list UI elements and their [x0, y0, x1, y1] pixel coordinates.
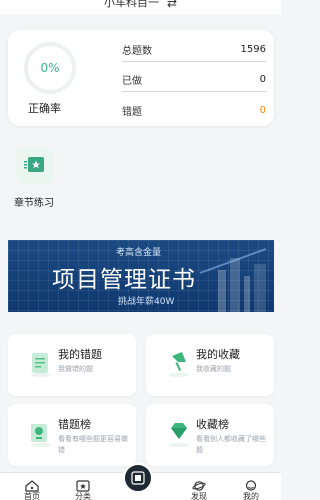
accuracy-value: 0%	[40, 61, 60, 75]
accuracy-ring: 0%	[24, 42, 76, 94]
chapter-practice-button[interactable]: 章节练习	[14, 146, 64, 209]
chapter-practice-label: 章节练习	[14, 198, 54, 209]
book-icon	[16, 146, 54, 184]
banner-subtitle: 考高含金量	[116, 248, 162, 258]
subject-title[interactable]: 小车科目一	[104, 0, 159, 8]
promo-banner[interactable]: 考高含金量 项目管理证书 挑战年薪40W	[8, 240, 274, 312]
done-label: 已做	[122, 76, 142, 87]
tab-label: 首页	[24, 492, 40, 500]
tab-label: 分类	[75, 492, 91, 500]
card-desc: 我做错的题	[58, 365, 93, 373]
banner-title: 项目管理证书	[52, 267, 196, 293]
document-icon	[28, 350, 54, 378]
card-title: 收藏榜	[196, 418, 229, 431]
card-desc: 看看有哪些题更容易做错	[58, 435, 128, 454]
swap-icon[interactable]: ⇄	[167, 0, 177, 9]
card-title: 错题榜	[58, 418, 91, 431]
card-desc: 我收藏的题	[196, 365, 231, 373]
tab-label: 发现	[191, 492, 207, 500]
header-bar: 小车科目一 ⇄	[0, 0, 281, 14]
card-desc: 看看别人都收藏了哪些题	[196, 435, 266, 454]
tab-profile[interactable]: 我的	[231, 473, 271, 500]
diamond-icon	[166, 420, 192, 448]
tab-home[interactable]: 首页	[12, 473, 52, 500]
total-value: 1596	[240, 44, 266, 55]
banner-footer: 挑战年薪40W	[118, 297, 175, 307]
pin-icon	[166, 350, 192, 378]
total-row: 总题数 1596	[122, 38, 266, 62]
tab-discover[interactable]: 发现	[179, 473, 219, 500]
tab-category[interactable]: 分类	[63, 473, 103, 500]
wrong-label: 错题	[122, 106, 142, 118]
done-row: 已做 0	[122, 68, 266, 92]
ranking-icon	[28, 420, 54, 448]
test-icon	[123, 463, 153, 493]
tab-label: 我的	[243, 492, 259, 500]
my-wrong-questions-card[interactable]: 我的错题 我做错的题	[8, 334, 136, 396]
my-favorites-card[interactable]: 我的收藏 我收藏的题	[146, 334, 274, 396]
stats-card: 0% 正确率 总题数 1596 已做 0 错题 0	[8, 30, 274, 126]
card-title: 我的收藏	[196, 348, 240, 361]
wrong-ranking-card[interactable]: 错题榜 看看有哪些题更容易做错	[8, 404, 136, 466]
accuracy-label: 正确率	[28, 102, 61, 115]
card-title: 我的错题	[58, 348, 102, 361]
discover-icon	[192, 477, 206, 491]
done-value: 0	[259, 74, 266, 85]
profile-icon	[244, 477, 258, 491]
total-label: 总题数	[122, 46, 152, 57]
favorites-ranking-card[interactable]: 收藏榜 看看别人都收藏了哪些题	[146, 404, 274, 466]
bottom-tab-bar: 首页 分类 测试 发现 我的	[0, 463, 281, 500]
wrong-value: 0	[259, 104, 266, 116]
category-icon	[76, 477, 90, 492]
home-icon	[25, 477, 39, 492]
wrong-row: 错题 0	[122, 98, 266, 122]
